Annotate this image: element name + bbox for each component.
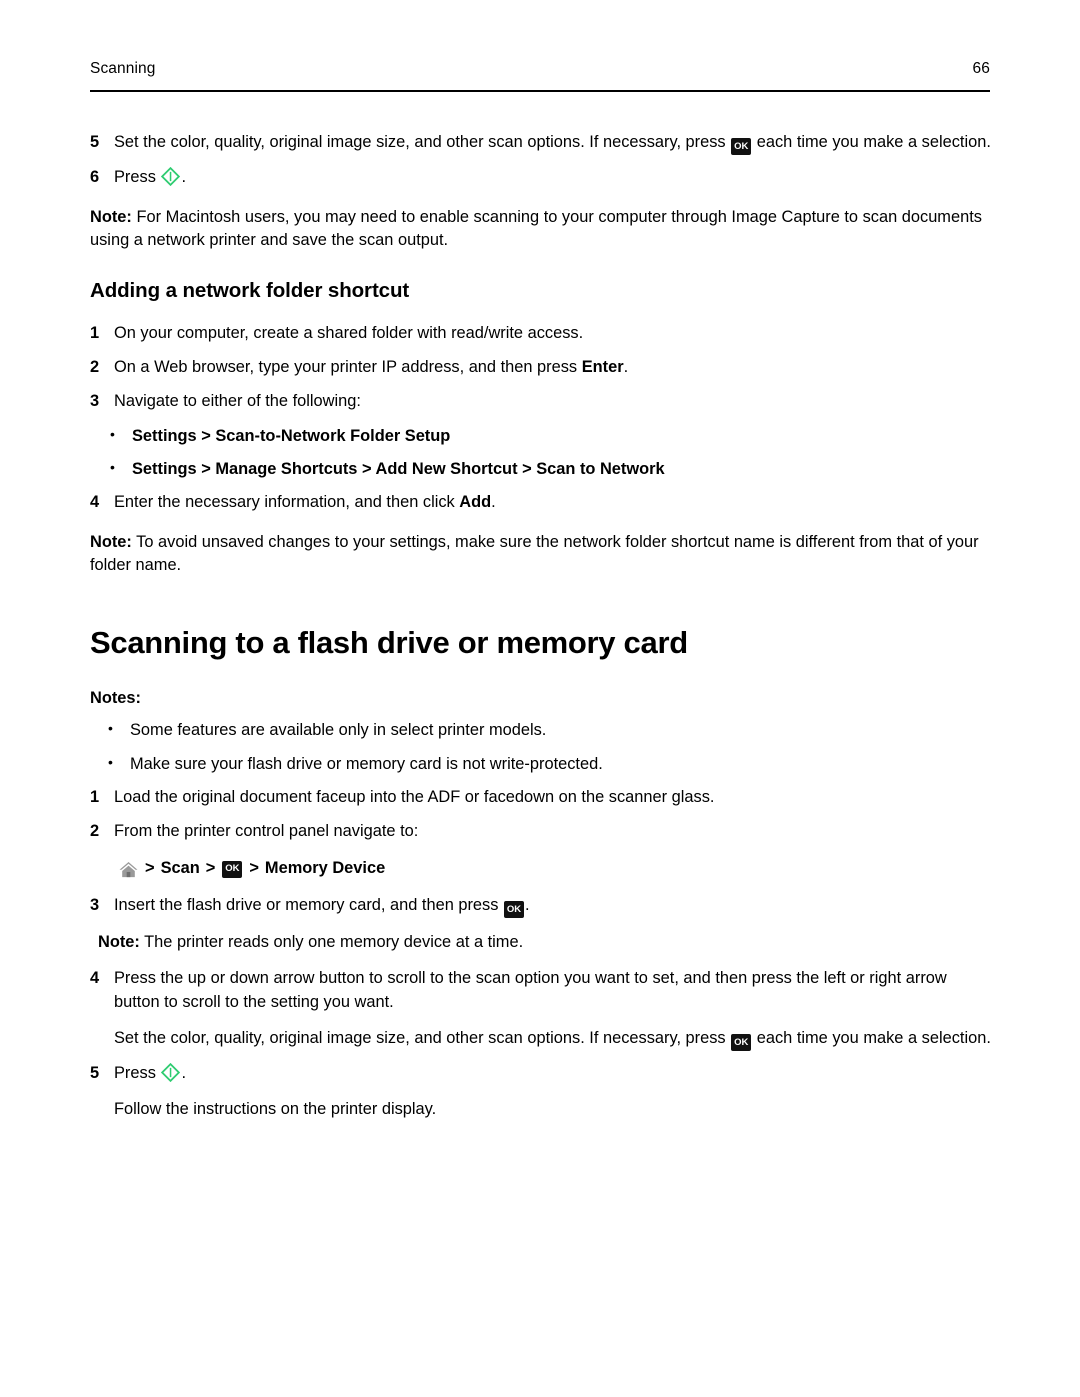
step-text-before: Set the color, quality, original image s… — [114, 1028, 731, 1047]
step-text-bold: Add — [459, 493, 492, 512]
step-text-after: . — [525, 895, 530, 914]
breadcrumb-item-scan: Scan — [160, 859, 200, 878]
step-number: 3 — [90, 392, 100, 411]
step-item: 6 Press . — [90, 166, 992, 189]
step-text: On a Web browser, type your printer IP a… — [114, 356, 992, 379]
page-header: Scanning 66 — [90, 60, 990, 79]
step-number: 4 — [90, 493, 100, 512]
step-text-before: Press — [114, 1064, 161, 1083]
step-item: 4 Press the up or down arrow button to s… — [90, 967, 992, 1014]
step-text: Set the color, quality, original image s… — [114, 131, 992, 156]
start-button-icon — [161, 1062, 181, 1083]
breadcrumb-separator: > — [145, 859, 155, 878]
step-text-before: Press — [114, 168, 161, 187]
list-item-label: Settings > Scan-to-Network Folder Setup — [132, 426, 451, 445]
step-text-before: Set the color, quality, original image s… — [114, 133, 731, 151]
step-number: 5 — [90, 1064, 100, 1083]
page-number: 66 — [972, 60, 990, 77]
step-text: Insert the flash drive or memory card, a… — [114, 894, 992, 918]
note-text: For Macintosh users, you may need to ena… — [90, 207, 982, 249]
list-item: • Settings > Manage Shortcuts > Add New … — [90, 458, 992, 481]
notes-label: Notes: — [90, 688, 141, 707]
list-item-label: Some features are available only in sele… — [130, 721, 547, 740]
navigation-options-list: • Settings > Scan-to-Network Folder Setu… — [90, 425, 992, 482]
step-text-before: Enter the necessary information, and the… — [114, 493, 460, 512]
step-text: From the printer control panel navigate … — [114, 822, 419, 841]
step-text: Enter the necessary information, and the… — [114, 491, 992, 514]
ok-button-icon: OK — [222, 860, 243, 878]
step-number: 1 — [90, 323, 100, 342]
step-text: Navigate to either of the following: — [114, 392, 361, 411]
list-item-label: Make sure your flash drive or memory car… — [130, 754, 603, 773]
step5-continued-text: Follow the instructions on the printer d… — [114, 1100, 437, 1119]
step-item: 3 Insert the flash drive or memory card,… — [90, 894, 992, 918]
step4-continued-text: Set the color, quality, original image s… — [114, 1027, 992, 1052]
step-item: 3 Navigate to either of the following: — [90, 390, 992, 413]
bullet-dot-icon: • — [108, 753, 113, 770]
document-page: Scanning 66 5 Set the color, quality, or… — [0, 0, 1080, 1397]
step-item: 5 Set the color, quality, original image… — [90, 131, 992, 156]
note-unsaved-changes: Note: To avoid unsaved changes to your s… — [90, 531, 992, 578]
list-item: • Settings > Scan-to-Network Folder Setu… — [90, 425, 992, 448]
step-text: Press . — [114, 1062, 992, 1085]
list-item: • Make sure your flash drive or memory c… — [90, 753, 992, 776]
step-number: 1 — [90, 787, 100, 806]
ok-button-icon: OK — [731, 138, 752, 156]
note-label: Note: — [90, 207, 132, 226]
breadcrumb: > Scan > OK > Memory Device — [90, 857, 992, 880]
note-label: Note: — [90, 532, 132, 551]
step-text-after: each time you make a selection. — [752, 1028, 991, 1047]
chapter-heading-flash-drive: Scanning to a flash drive or memory card — [90, 625, 688, 661]
bullet-dot-icon: • — [110, 458, 115, 475]
step-text: Press the up or down arrow button to scr… — [114, 969, 947, 1011]
home-button-icon — [118, 859, 139, 880]
header-divider-rule — [90, 90, 990, 92]
list-item: • Some features are available only in se… — [90, 719, 992, 742]
notes-list: • Some features are available only in se… — [90, 719, 992, 776]
step-number: 6 — [90, 168, 100, 187]
step-text-after: . — [491, 493, 496, 512]
page-content: 5 Set the color, quality, original image… — [90, 131, 992, 1133]
step-item: 2 On a Web browser, type your printer IP… — [90, 356, 992, 379]
step-text: Press . — [114, 166, 992, 189]
step-item: 1 Load the original document faceup into… — [90, 786, 992, 809]
step-number: 2 — [90, 822, 100, 841]
step-text-before: On a Web browser, type your printer IP a… — [114, 358, 582, 377]
breadcrumb-separator: > — [249, 859, 259, 878]
ok-button-icon: OK — [504, 900, 524, 918]
step-item: 1 On your computer, create a shared fold… — [90, 322, 992, 345]
step-item: 4 Enter the necessary information, and t… — [90, 491, 992, 514]
note-text: The printer reads only one memory device… — [139, 932, 524, 951]
step-item: 5 Press . — [90, 1062, 992, 1085]
step-text-before: Insert the flash drive or memory card, a… — [114, 895, 503, 914]
step-item: 2 From the printer control panel navigat… — [90, 820, 992, 843]
list-item-label: Settings > Manage Shortcuts > Add New Sh… — [132, 459, 665, 478]
breadcrumb-separator: > — [205, 859, 216, 878]
step-number: 4 — [90, 969, 100, 988]
note-text: To avoid unsaved changes to your setting… — [90, 532, 979, 574]
step-number: 3 — [90, 895, 100, 914]
bullet-dot-icon: • — [110, 425, 115, 442]
step-text-bold: Enter — [581, 358, 624, 377]
note-macintosh: Note: For Macintosh users, you may need … — [90, 206, 992, 253]
step-text-after: . — [623, 358, 629, 377]
note-one-memory-device: Note: The printer reads only one memory … — [98, 931, 992, 954]
step-text-after: each time you make a selection. — [752, 133, 991, 151]
breadcrumb-item-memory-device: Memory Device — [264, 859, 386, 878]
section-heading-network-folder: Adding a network folder shortcut — [90, 279, 410, 303]
bullet-dot-icon: • — [108, 720, 113, 737]
ok-button-icon: OK — [731, 1034, 752, 1052]
note-label: Note: — [98, 932, 140, 951]
header-section-title: Scanning — [90, 60, 156, 77]
step-text-after: . — [181, 1064, 187, 1083]
step-text-after: . — [181, 168, 187, 187]
step-text: On your computer, create a shared folder… — [114, 323, 584, 342]
step-text: Load the original document faceup into t… — [114, 787, 715, 806]
step-number: 2 — [90, 358, 100, 377]
start-button-icon — [161, 167, 181, 187]
step-number: 5 — [90, 133, 100, 151]
